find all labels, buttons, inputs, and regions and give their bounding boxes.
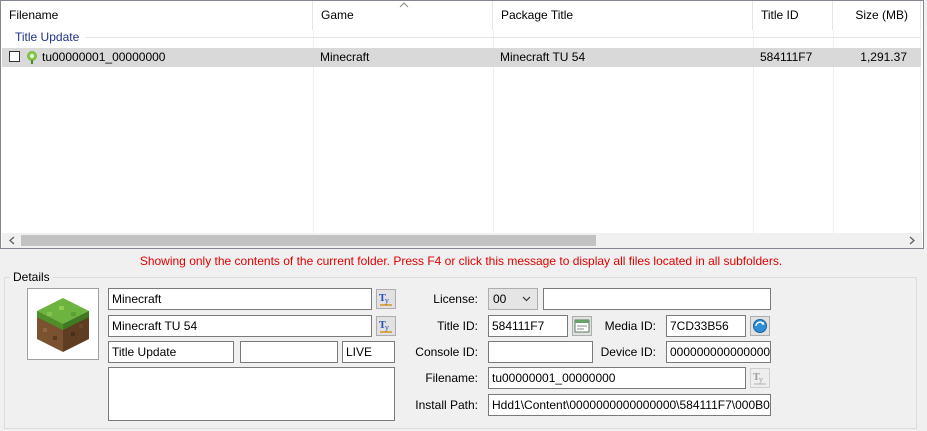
details-group-label: Details — [10, 270, 53, 284]
text-edit-icon: T y — [753, 373, 766, 385]
install-path-field[interactable]: Hdd1\Content\0000000000000000\584111F7\0… — [488, 394, 771, 416]
title-id-label: Title ID: — [437, 319, 478, 333]
sort-ascending-icon — [399, 2, 409, 8]
filename-field[interactable]: tu00000001_00000000 — [488, 367, 746, 389]
media-id-action-button[interactable] — [750, 316, 770, 336]
horizontal-scrollbar[interactable] — [2, 233, 922, 248]
game-name-field[interactable]: Minecraft — [108, 288, 372, 310]
scrollbar-thumb[interactable] — [21, 235, 596, 246]
title-update-icon — [27, 51, 37, 64]
globe-refresh-icon — [753, 319, 767, 333]
device-id-field[interactable]: 0000000000000000000000000000000000000000 — [666, 341, 771, 363]
cell-filename: tu00000001_00000000 — [42, 50, 166, 64]
cell-game: Minecraft — [320, 50, 370, 64]
subfolder-message-link[interactable]: Showing only the contents of the current… — [0, 254, 922, 268]
file-list-view[interactable]: Filename Game Package Title Title ID Siz… — [0, 0, 924, 249]
console-id-label: Console ID: — [415, 345, 478, 359]
title-id-field[interactable]: 584111F7 — [488, 315, 568, 337]
cell-size: 1,291.37 — [860, 50, 907, 64]
package-title-field[interactable]: Minecraft TU 54 — [108, 315, 372, 337]
group-header-title-update[interactable]: Title Update — [15, 30, 79, 44]
edit-game-name-button[interactable]: T y — [376, 289, 396, 309]
media-id-label: Media ID: — [604, 319, 656, 333]
svg-text:y: y — [384, 324, 389, 332]
license-dropdown[interactable]: 00 — [488, 288, 538, 310]
license-value: 00 — [493, 292, 507, 306]
media-id-field[interactable]: 7CD33B56 — [666, 315, 746, 337]
chevron-down-icon — [522, 296, 531, 302]
cell-title-id: 584111F7 — [760, 50, 813, 64]
install-path-label: Install Path: — [415, 398, 478, 412]
secondary-field[interactable] — [240, 341, 338, 363]
console-id-field[interactable] — [488, 341, 593, 363]
column-header-package-title[interactable]: Package Title — [493, 1, 753, 30]
column-header-title-id[interactable]: Title ID — [753, 1, 833, 30]
column-header-size[interactable]: Size (MB) — [833, 1, 921, 30]
svg-text:y: y — [758, 376, 763, 384]
game-icon-frame — [27, 288, 99, 360]
license-extra-field[interactable] — [543, 288, 771, 310]
scroll-right-icon[interactable] — [903, 233, 920, 248]
minecraft-grass-block-icon — [37, 298, 89, 352]
row-checkbox[interactable] — [9, 51, 20, 62]
description-field[interactable] — [108, 367, 395, 421]
device-id-label: Device ID: — [600, 345, 656, 359]
text-edit-icon: T y — [379, 294, 392, 306]
license-label: License: — [433, 292, 478, 306]
group-header-line — [85, 37, 921, 38]
table-row[interactable]: tu00000001_00000000 Minecraft Minecraft … — [2, 48, 921, 67]
edit-package-title-button[interactable]: T y — [376, 316, 396, 336]
scroll-left-icon[interactable] — [4, 233, 21, 248]
svg-text:y: y — [384, 297, 389, 305]
filename-label: Filename: — [425, 371, 478, 385]
cell-package-title: Minecraft TU 54 — [500, 50, 586, 64]
live-field[interactable]: LIVE — [342, 341, 395, 363]
content-type-field[interactable]: Title Update — [108, 341, 234, 363]
edit-filename-button[interactable]: T y — [750, 368, 770, 388]
text-edit-icon: T y — [379, 321, 392, 333]
column-header-filename[interactable]: Filename — [1, 1, 313, 30]
